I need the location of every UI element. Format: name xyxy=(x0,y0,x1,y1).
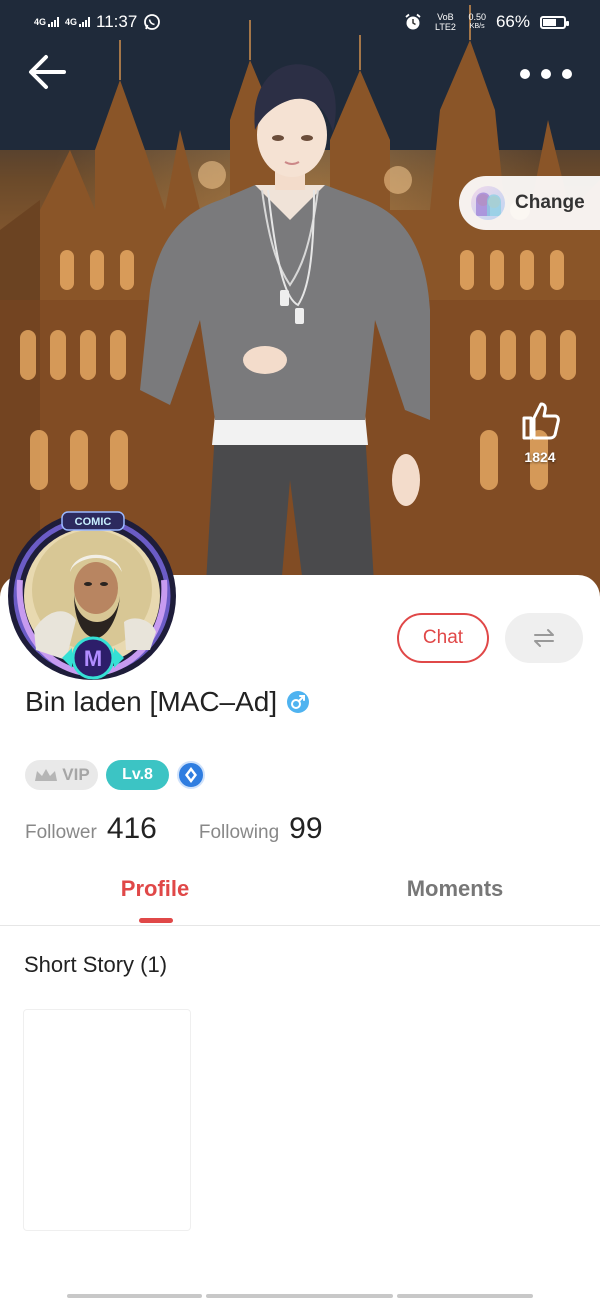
user-name: Bin laden [MAC–Ad] xyxy=(25,686,278,717)
vip-badge[interactable]: VIP xyxy=(25,760,98,790)
change-label: Change xyxy=(515,192,585,213)
profile-tabs: Profile Moments xyxy=(0,868,600,926)
avatar-frame-badge: M xyxy=(84,646,102,671)
battery-icon xyxy=(540,15,569,29)
vip-label: VIP xyxy=(62,765,90,784)
nav-bar-segment-left xyxy=(67,1294,202,1298)
level-label: Lv.8 xyxy=(122,766,153,783)
follower-label[interactable]: Follower xyxy=(25,822,97,844)
signal-bars-icon xyxy=(79,17,91,27)
short-story-title: Short Story (1) xyxy=(24,952,168,977)
character-thumbnail xyxy=(471,186,505,220)
clock: 11:37 xyxy=(96,12,138,31)
like-count: 1824 xyxy=(524,449,556,465)
swap-button[interactable] xyxy=(505,613,583,663)
chat-button[interactable]: Chat xyxy=(397,613,489,663)
network-speed: 0.50 KB/s xyxy=(468,12,486,32)
like-button[interactable]: 1824 xyxy=(510,398,570,465)
signal-2: 4G xyxy=(65,17,91,27)
tab-profile[interactable]: Profile xyxy=(90,876,220,902)
signal-1: 4G xyxy=(34,17,60,27)
arrow-left-icon[interactable] xyxy=(26,52,70,92)
alarm-icon xyxy=(405,13,422,30)
network-type-1: 4G xyxy=(34,17,47,27)
user-name-row: Bin laden [MAC–Ad] xyxy=(25,686,310,718)
following-label[interactable]: Following xyxy=(199,822,279,844)
speed-unit: KB/s xyxy=(469,23,485,30)
crown-icon xyxy=(35,769,58,781)
tab-moments[interactable]: Moments xyxy=(380,876,530,902)
avatar[interactable]: COMIC M xyxy=(6,510,182,686)
swap-arrows-icon xyxy=(534,629,554,647)
whatsapp-icon xyxy=(144,14,161,30)
nav-bar-segment-middle xyxy=(206,1294,393,1298)
network-type-2: 4G xyxy=(65,17,78,27)
signal-bars-icon xyxy=(48,17,60,27)
battery-fill xyxy=(543,18,557,26)
status-bar: 4G 4G 11:37 VoB LTE2 0.50 KB/s 66% xyxy=(0,0,600,44)
more-dots-icon[interactable] xyxy=(520,60,572,88)
level-badge[interactable]: Lv.8 xyxy=(106,760,169,790)
following-count[interactable]: 99 xyxy=(289,812,322,846)
avatar-frame-label: COMIC xyxy=(75,516,112,528)
battery-percent: 66% xyxy=(495,12,530,31)
speed-value: 0.50 xyxy=(468,12,486,22)
nav-bar-segment-right xyxy=(397,1294,533,1298)
male-icon xyxy=(287,691,310,713)
active-tab-indicator xyxy=(139,918,173,923)
follower-count[interactable]: 416 xyxy=(107,812,157,846)
gem-icon[interactable] xyxy=(177,761,205,789)
badges-row: VIP Lv.8 xyxy=(25,760,205,790)
change-cover-button[interactable]: Change xyxy=(459,176,600,230)
chat-label: Chat xyxy=(422,627,464,648)
follow-stats: Follower 416 Following 99 xyxy=(25,812,323,846)
short-story-card[interactable] xyxy=(23,1009,191,1231)
volte-indicator: VoB LTE2 xyxy=(435,12,456,32)
thumbs-up-icon xyxy=(522,402,560,440)
